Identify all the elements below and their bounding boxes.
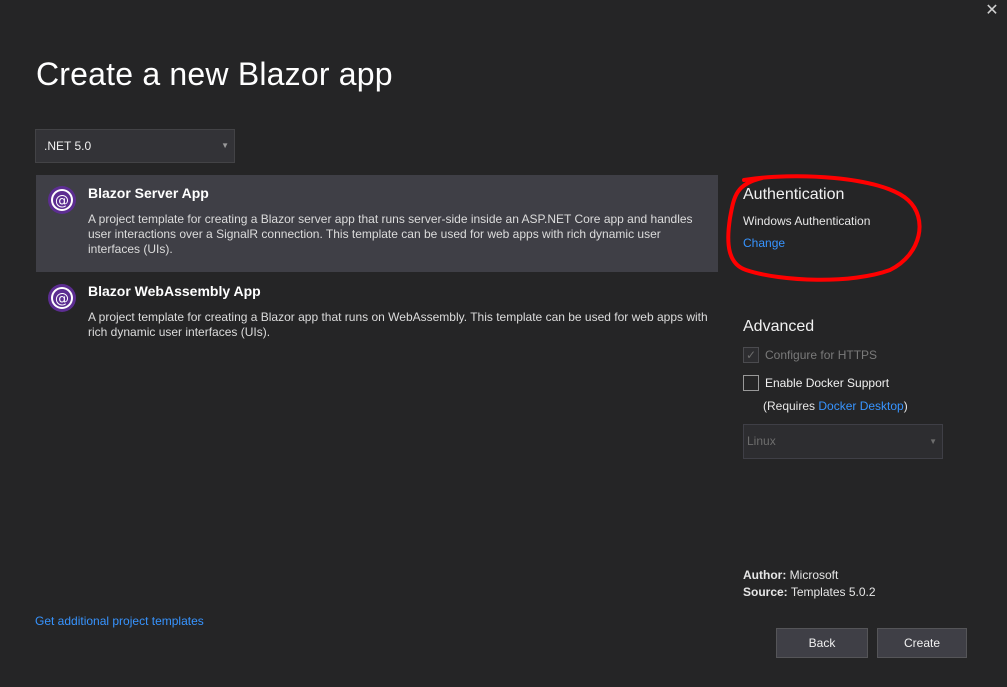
https-checkbox[interactable]: ✓ [743, 347, 759, 363]
authentication-value: Windows Authentication [743, 214, 871, 228]
advanced-section: Advanced ✓ Configure for HTTPS Enable Do… [743, 318, 963, 413]
svg-text:@: @ [55, 193, 69, 209]
change-auth-link[interactable]: Change [743, 236, 943, 250]
advanced-heading: Advanced [743, 318, 815, 335]
template-name: Blazor WebAssembly App [88, 283, 261, 299]
docker-requirement: (Requires Docker Desktop) [763, 399, 963, 413]
get-more-templates-link[interactable]: Get additional project templates [35, 614, 204, 628]
source-value: Templates 5.0.2 [790, 585, 876, 599]
docker-label: Enable Docker Support [765, 376, 890, 390]
https-option: ✓ Configure for HTTPS [743, 346, 963, 364]
author-label: Author: [743, 568, 787, 582]
back-button[interactable]: Back [776, 628, 868, 658]
close-button[interactable]: ✕ [983, 2, 1001, 20]
https-label: Configure for HTTPS [765, 348, 878, 362]
docker-os-select[interactable]: Linux ▼ [743, 424, 943, 459]
blazor-icon: @ [48, 284, 76, 312]
docker-desktop-link[interactable]: Docker Desktop [818, 399, 903, 413]
template-description: A project template for creating a Blazor… [88, 310, 708, 339]
create-button[interactable]: Create [877, 628, 967, 658]
template-item-blazor-webassembly[interactable]: @ Blazor WebAssembly App A project templ… [36, 273, 718, 353]
framework-select[interactable]: .NET 5.0 ▼ [35, 129, 235, 163]
docker-option: Enable Docker Support [743, 374, 963, 392]
source-label: Source: [743, 585, 788, 599]
template-item-blazor-server[interactable]: @ Blazor Server App A project template f… [36, 175, 718, 272]
framework-select-value: .NET 5.0 [44, 139, 92, 153]
author-value: Microsoft [789, 568, 839, 582]
docker-checkbox[interactable] [743, 375, 759, 391]
author-row: Author: Microsoft [743, 567, 876, 584]
requires-prefix: (Requires [763, 399, 819, 413]
source-row: Source: Templates 5.0.2 [743, 584, 876, 601]
template-metadata: Author: Microsoft Source: Templates 5.0.… [743, 567, 876, 601]
chevron-down-icon: ▼ [221, 141, 229, 150]
template-name: Blazor Server App [88, 185, 209, 201]
chevron-down-icon: ▼ [929, 437, 937, 446]
docker-os-value: Linux [747, 434, 776, 448]
requires-suffix: ) [903, 399, 908, 413]
svg-text:@: @ [55, 291, 69, 307]
authentication-heading: Authentication [743, 186, 845, 203]
page-title: Create a new Blazor app [36, 56, 393, 92]
blazor-icon: @ [48, 186, 76, 214]
authentication-section: Authentication Windows Authentication Ch… [743, 186, 943, 250]
template-description: A project template for creating a Blazor… [88, 212, 693, 256]
